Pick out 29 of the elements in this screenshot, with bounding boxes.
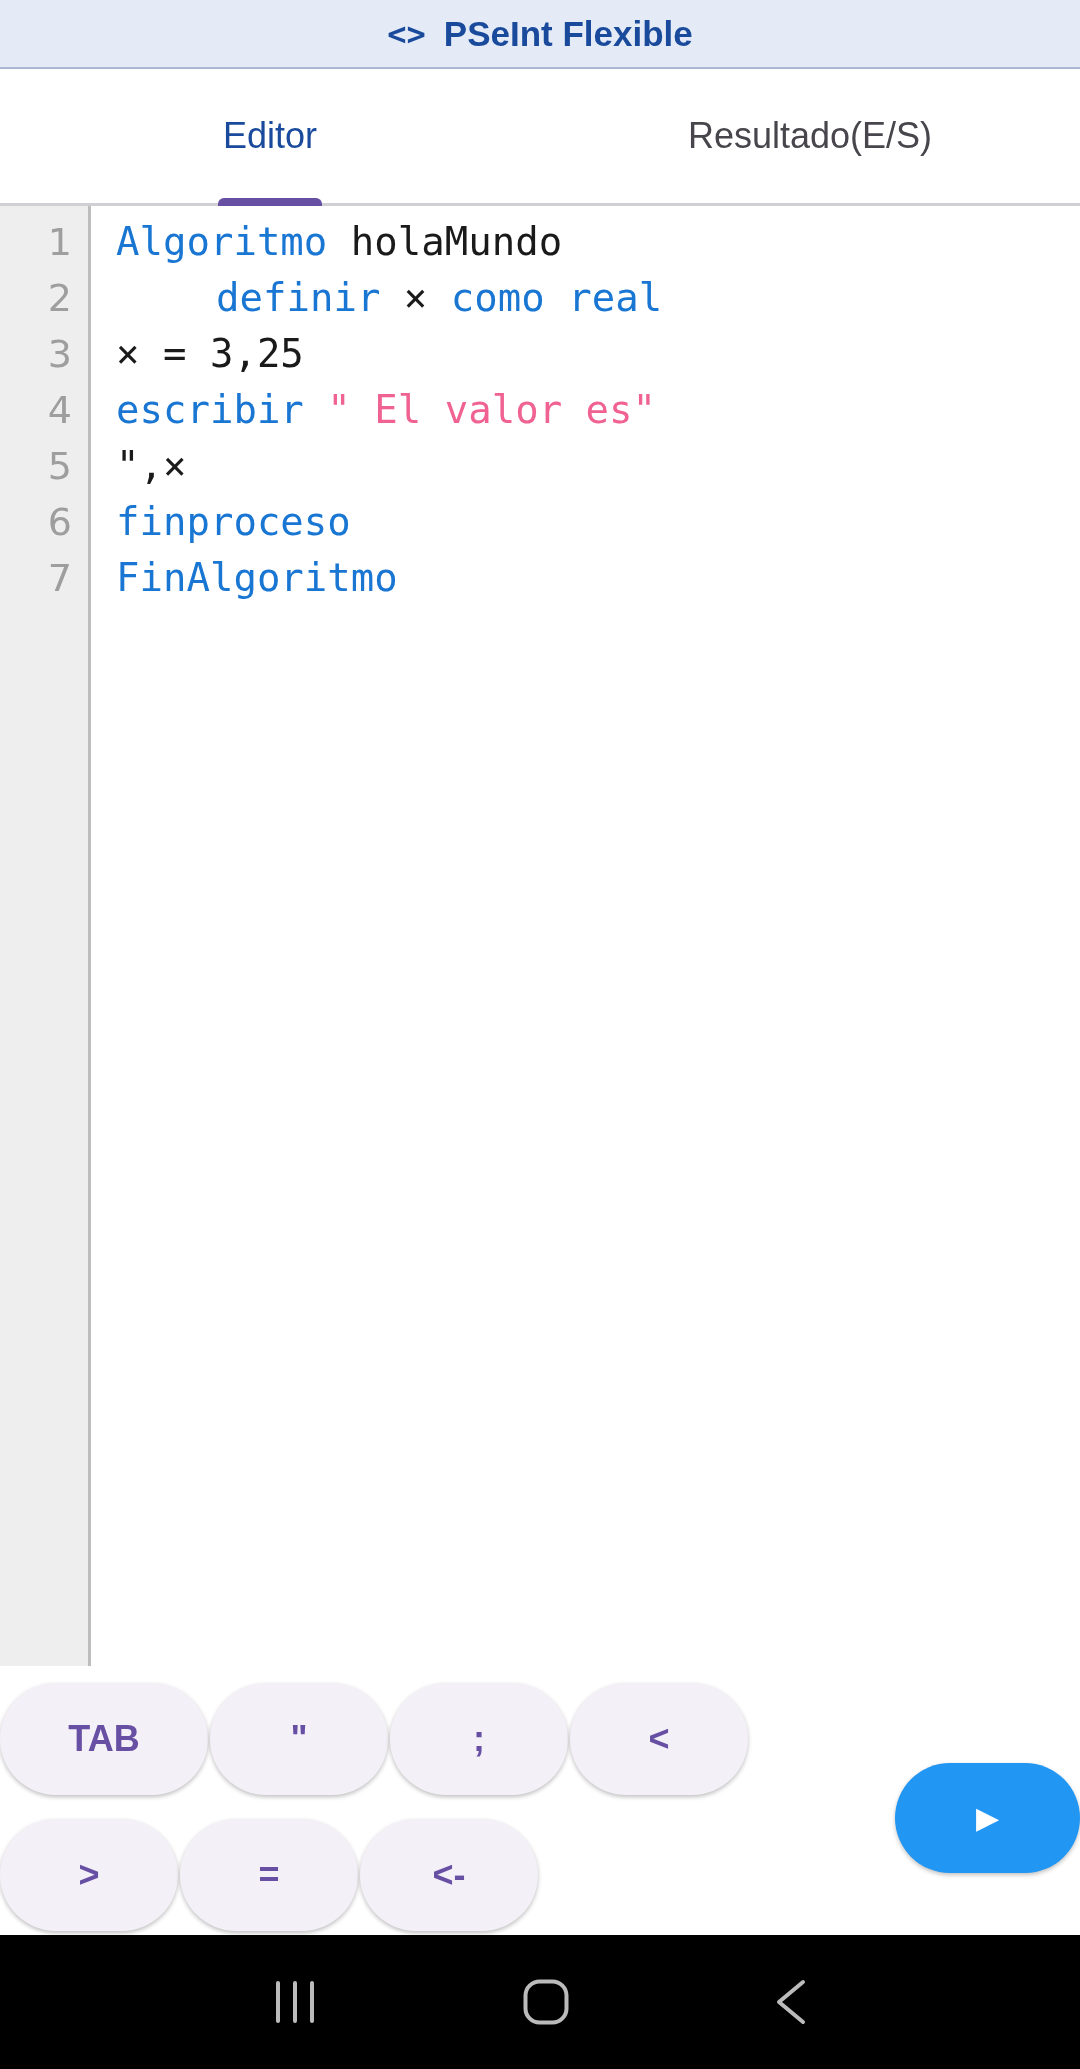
line-number: 6 [47, 500, 72, 544]
code-line: definir × como real [215, 274, 663, 322]
code-line: FinAlgoritmo [116, 554, 398, 602]
line-number: 1 [47, 220, 72, 264]
code-line: escribir " El valor es" [116, 386, 657, 434]
key-button[interactable]: ; [390, 1682, 568, 1795]
key-button[interactable]: TAB [0, 1682, 208, 1795]
line-number: 4 [47, 388, 72, 432]
line-number: 2 [47, 276, 72, 320]
code-line: ",× [116, 442, 187, 490]
line-number: 7 [47, 556, 72, 600]
key-button[interactable]: > [0, 1818, 178, 1931]
key-button[interactable]: < [570, 1682, 748, 1795]
run-button[interactable]: ▶ [895, 1762, 1080, 1873]
code-icon: <> [387, 14, 426, 53]
line-number: 5 [47, 444, 72, 488]
key-button[interactable]: <- [360, 1818, 538, 1931]
code-line: Algoritmo holaMundo [116, 218, 563, 266]
code-line: × = 3,25 [116, 330, 304, 378]
tab[interactable]: Resultado(E/S) [540, 69, 1080, 203]
app-title: PSeInt Flexible [443, 13, 693, 54]
home-icon[interactable] [523, 1979, 569, 2025]
back-icon[interactable] [776, 1979, 807, 2025]
recent-apps-icon[interactable] [273, 1980, 316, 2024]
line-number: 3 [47, 332, 72, 376]
key-button[interactable]: " [210, 1682, 388, 1795]
code-line: finproceso [116, 498, 351, 546]
key-button[interactable]: = [180, 1818, 358, 1931]
tab[interactable]: Editor [0, 69, 540, 203]
